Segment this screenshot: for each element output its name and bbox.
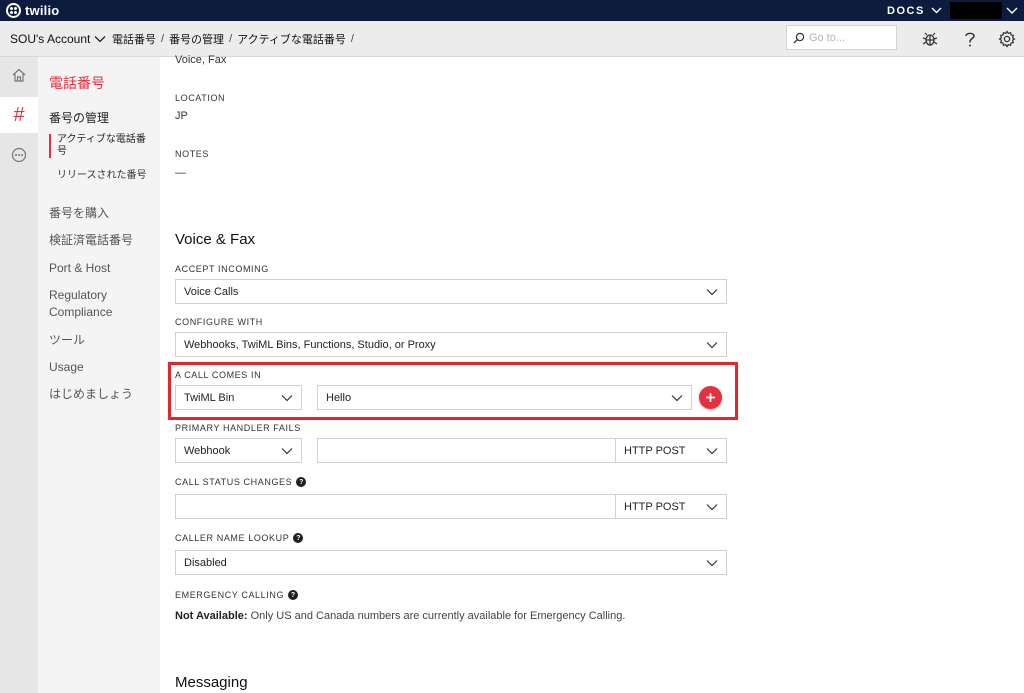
call-status-url-input[interactable]	[175, 494, 616, 519]
main-content: Voice, Fax LOCATION JP NOTES — Voice & F…	[160, 54, 1024, 693]
chevron-down-icon	[706, 560, 718, 567]
voice-fax-heading: Voice & Fax	[175, 231, 256, 248]
account-label: SOU's Account	[10, 32, 91, 46]
primary-handler-type-select[interactable]: Webhook	[175, 438, 302, 463]
side-nav-active-numbers[interactable]: アクティブな電話番号	[49, 134, 149, 158]
breadcrumb-item[interactable]: アクティブな電話番号	[237, 31, 346, 47]
breadcrumb-item[interactable]: 番号の管理	[169, 31, 224, 47]
emergency-status-label: Not Available:	[175, 610, 248, 622]
hash-icon: #	[13, 103, 25, 126]
docs-label: DOCS	[887, 4, 925, 17]
chevron-down-icon	[706, 448, 718, 455]
primary-handler-type-value: Webhook	[184, 444, 231, 457]
side-nav-group-manage[interactable]: 番号の管理	[49, 109, 109, 126]
home-icon	[12, 68, 26, 82]
call-comes-in-label: A CALL COMES IN	[175, 370, 262, 380]
breadcrumb-item[interactable]: 電話番号	[112, 31, 156, 47]
bug-icon	[922, 32, 938, 46]
help-icon[interactable]: ?	[288, 590, 299, 600]
rail-more[interactable]	[0, 137, 38, 173]
caller-name-lookup-select[interactable]: Disabled	[175, 550, 727, 575]
primary-handler-method-value: HTTP POST	[624, 444, 686, 457]
side-nav: 電話番号 番号の管理 アクティブな電話番号 リリースされた番号 番号を購入 検証…	[38, 57, 160, 693]
help-icon[interactable]: ?	[296, 477, 307, 487]
twilio-logo-text: twilio	[25, 3, 60, 18]
accept-incoming-label: ACCEPT INCOMING	[175, 264, 269, 274]
twiml-bin-select[interactable]: Hello	[317, 385, 692, 410]
settings-button[interactable]	[997, 29, 1017, 49]
call-comes-in-type-select[interactable]: TwiML Bin	[175, 385, 302, 410]
emergency-calling-label-text: EMERGENCY CALLING	[175, 590, 285, 600]
add-twiml-bin-button[interactable]	[699, 386, 722, 409]
notes-value: —	[175, 167, 186, 179]
debugger-button[interactable]	[920, 29, 940, 49]
primary-handler-fails-label: PRIMARY HANDLER FAILS	[175, 423, 301, 433]
chevron-down-icon	[94, 36, 106, 43]
account-switcher[interactable]: SOU's Account	[10, 21, 106, 57]
accept-incoming-select[interactable]: Voice Calls	[175, 279, 727, 304]
gear-icon	[998, 30, 1016, 48]
docs-menu[interactable]: DOCS	[887, 0, 942, 21]
call-status-changes-label-text: CALL STATUS CHANGES	[175, 477, 293, 487]
side-nav-released-numbers[interactable]: リリースされた番号	[49, 170, 149, 182]
messaging-heading: Messaging	[175, 674, 248, 691]
chevron-down-icon	[931, 7, 942, 14]
chevron-down-icon	[281, 395, 293, 402]
accept-incoming-value: Voice Calls	[184, 285, 239, 298]
side-nav-item[interactable]: Regulatory Compliance	[49, 287, 154, 321]
chevron-down-icon	[706, 289, 718, 296]
notes-label: NOTES	[175, 149, 210, 159]
help-button[interactable]	[960, 29, 980, 49]
primary-handler-method-select[interactable]: HTTP POST	[615, 438, 727, 463]
chevron-down-icon	[671, 395, 683, 402]
top-bar: twilio DOCS	[0, 0, 1024, 21]
emergency-calling-status: Not Available: Only US and Canada number…	[175, 610, 625, 622]
caller-name-lookup-label: CALLER NAME LOOKUP ?	[175, 533, 304, 543]
question-mark-icon	[965, 32, 975, 47]
help-icon[interactable]: ?	[293, 533, 304, 543]
primary-handler-url-input[interactable]	[317, 438, 616, 463]
caller-name-lookup-label-text: CALLER NAME LOOKUP	[175, 533, 290, 543]
product-rail: #	[0, 57, 38, 693]
plus-icon	[706, 393, 715, 402]
call-status-method-select[interactable]: HTTP POST	[615, 494, 727, 519]
side-nav-item[interactable]: Usage	[49, 359, 154, 376]
sub-header: SOU's Account 電話番号 / 番号の管理 / アクティブな電話番号 /	[0, 21, 1024, 57]
twilio-logo-icon	[6, 3, 21, 18]
rail-home[interactable]	[0, 57, 38, 93]
chevron-down-icon[interactable]	[1005, 2, 1019, 19]
breadcrumb: 電話番号 / 番号の管理 / アクティブな電話番号 /	[112, 31, 354, 47]
more-dots-icon	[11, 147, 27, 163]
chevron-down-icon	[706, 504, 718, 511]
emergency-calling-label: EMERGENCY CALLING ?	[175, 590, 299, 600]
call-comes-in-type-value: TwiML Bin	[184, 391, 235, 404]
side-nav-title: 電話番号	[49, 75, 105, 91]
configure-with-select[interactable]: Webhooks, TwiML Bins, Functions, Studio,…	[175, 332, 727, 357]
side-nav-item[interactable]: ツール	[49, 332, 154, 349]
search-input[interactable]	[809, 31, 893, 44]
search-icon	[793, 32, 805, 43]
side-nav-item[interactable]: Port & Host	[49, 260, 154, 277]
side-nav-item[interactable]: 検証済電話番号	[49, 232, 154, 249]
location-value: JP	[175, 110, 188, 122]
location-label: LOCATION	[175, 93, 226, 103]
chevron-down-icon	[706, 342, 718, 349]
search-box	[786, 25, 897, 50]
configure-with-value: Webhooks, TwiML Bins, Functions, Studio,…	[184, 338, 436, 351]
call-status-method-value: HTTP POST	[624, 500, 686, 513]
rail-phone-numbers[interactable]: #	[0, 97, 38, 133]
caller-name-lookup-value: Disabled	[184, 556, 227, 569]
account-name-redacted[interactable]	[950, 2, 1002, 19]
chevron-down-icon	[281, 448, 293, 455]
side-nav-item[interactable]: 番号を購入	[49, 205, 154, 222]
twilio-logo[interactable]: twilio	[6, 2, 59, 19]
call-status-changes-label: CALL STATUS CHANGES ?	[175, 477, 307, 487]
configure-with-label: CONFIGURE WITH	[175, 317, 263, 327]
emergency-status-text: Only US and Canada numbers are currently…	[250, 610, 626, 622]
side-nav-item[interactable]: はじめましょう	[49, 386, 154, 403]
capabilities-value: Voice, Fax	[175, 54, 227, 66]
twiml-bin-value: Hello	[326, 391, 352, 404]
